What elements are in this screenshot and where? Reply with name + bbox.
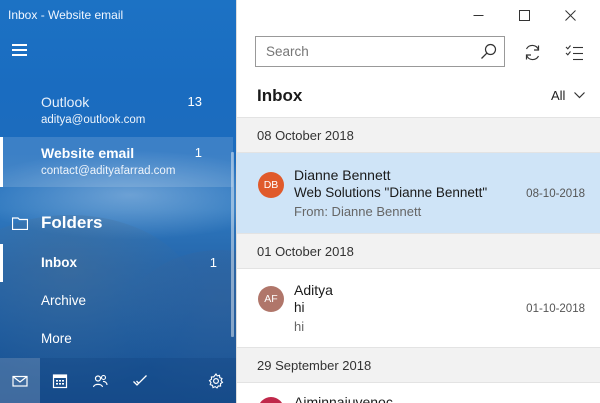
message-item[interactable]: Aiminnaiuvenoc bbox=[237, 383, 600, 403]
settings-icon[interactable] bbox=[196, 358, 236, 403]
message-list-pane: Search Inbox All 08 October 2018 DB Dian… bbox=[236, 0, 600, 403]
selection-mode-button[interactable] bbox=[559, 38, 589, 66]
date-group-header: 08 October 2018 bbox=[237, 117, 600, 153]
sync-icon bbox=[525, 44, 539, 60]
bottom-app-bar bbox=[0, 358, 236, 403]
account-email: aditya@outlook.com bbox=[41, 114, 146, 126]
search-box[interactable]: Search bbox=[255, 36, 505, 67]
window-title: Inbox - Website email bbox=[8, 8, 124, 22]
hamburger-menu-icon[interactable] bbox=[12, 44, 28, 56]
folder-icon bbox=[12, 216, 28, 230]
date-group-header: 29 September 2018 bbox=[237, 347, 600, 383]
search-input[interactable]: Search bbox=[266, 44, 472, 59]
maximize-icon bbox=[518, 9, 530, 21]
minimize-icon bbox=[473, 14, 483, 16]
message-sender: Aiminnaiuvenoc bbox=[294, 394, 393, 403]
nav-scrollbar[interactable] bbox=[231, 152, 234, 337]
date-group-header: 01 October 2018 bbox=[237, 233, 600, 269]
unread-count: 1 bbox=[209, 255, 217, 270]
message-preview: From: Dianne Bennett bbox=[294, 204, 422, 219]
message-sender: Dianne Bennett bbox=[294, 167, 391, 183]
folders-label: Folders bbox=[41, 213, 103, 232]
folder-label: Archive bbox=[41, 293, 87, 308]
avatar: DB bbox=[258, 172, 284, 198]
folder-item-inbox[interactable]: Inbox 1 bbox=[0, 244, 233, 282]
sync-button[interactable] bbox=[517, 38, 547, 66]
account-name: Outlook bbox=[41, 94, 90, 110]
message-date: 08-10-2018 bbox=[526, 188, 585, 200]
message-item[interactable]: AF Aditya hi hi 01-10-2018 bbox=[237, 269, 600, 347]
close-icon bbox=[564, 9, 576, 21]
mail-icon[interactable] bbox=[0, 358, 40, 403]
filter-dropdown[interactable]: All bbox=[551, 88, 586, 103]
filter-value: All bbox=[551, 88, 566, 103]
message-subject: Web Solutions "Dianne Bennett" bbox=[294, 185, 488, 200]
message-sender: Aditya bbox=[294, 282, 333, 298]
minimize-button[interactable] bbox=[455, 0, 501, 30]
message-date: 01-10-2018 bbox=[526, 303, 585, 315]
maximize-button[interactable] bbox=[501, 0, 547, 30]
search-icon[interactable] bbox=[472, 37, 504, 66]
folder-label: Inbox bbox=[41, 255, 77, 270]
message-item[interactable]: DB Dianne Bennett Web Solutions "Dianne … bbox=[237, 153, 600, 233]
chevron-down-icon bbox=[574, 92, 586, 99]
folder-item-more[interactable]: More bbox=[0, 320, 233, 358]
account-outlook[interactable]: Outlook aditya@outlook.com 13 bbox=[0, 86, 233, 136]
account-website-email[interactable]: Website email contact@adityafarrad.com 1 bbox=[0, 137, 233, 187]
message-subject: hi bbox=[294, 300, 305, 315]
unread-count: 1 bbox=[194, 145, 202, 160]
avatar: AF bbox=[258, 286, 284, 312]
folders-heading[interactable]: Folders bbox=[12, 210, 212, 236]
folder-label: More bbox=[41, 331, 72, 346]
account-email: contact@adityafarrad.com bbox=[41, 165, 176, 177]
avatar bbox=[258, 397, 284, 403]
checklist-icon bbox=[565, 44, 583, 60]
unread-count: 13 bbox=[187, 94, 202, 109]
todo-icon[interactable] bbox=[120, 358, 160, 403]
message-preview: hi bbox=[294, 319, 305, 334]
list-title: Inbox bbox=[257, 86, 303, 105]
account-name: Website email bbox=[41, 145, 135, 161]
folder-item-archive[interactable]: Archive bbox=[0, 282, 233, 320]
navigation-pane: Inbox - Website email Outlook aditya@out… bbox=[0, 0, 236, 403]
calendar-icon[interactable] bbox=[40, 358, 80, 403]
close-button[interactable] bbox=[547, 0, 593, 30]
people-icon[interactable] bbox=[80, 358, 120, 403]
